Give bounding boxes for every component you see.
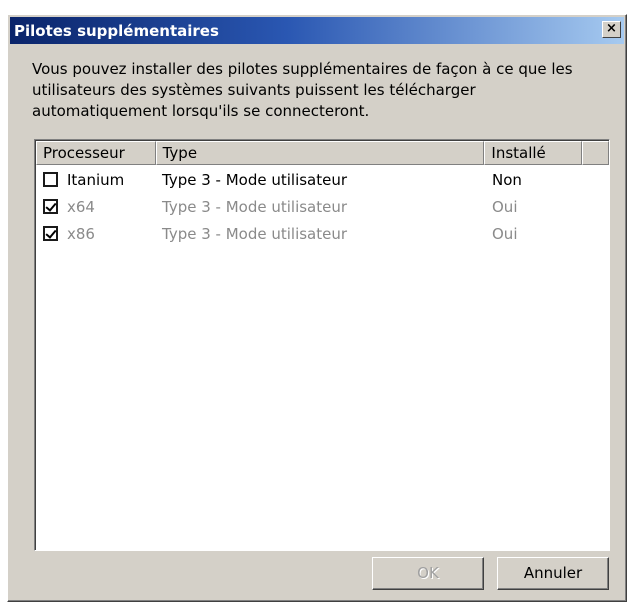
processor-label: x86 xyxy=(67,224,95,243)
type-cell: Type 3 - Mode utilisateur xyxy=(162,224,348,243)
list-item[interactable]: Itanium Type 3 - Mode utilisateur Non xyxy=(36,166,609,193)
processor-label: Itanium xyxy=(67,170,125,189)
dialog-window: Pilotes supplémentaires × Vous pouvez in… xyxy=(7,14,627,602)
window-title: Pilotes supplémentaires xyxy=(14,21,219,40)
ok-button[interactable]: OK xyxy=(372,557,484,590)
checkbox-checked-icon[interactable] xyxy=(43,199,58,214)
processor-label: x64 xyxy=(67,197,95,216)
column-header-installed[interactable]: Installé xyxy=(484,141,583,165)
column-header-processor[interactable]: Processeur xyxy=(36,141,156,165)
installed-cell: Oui xyxy=(492,224,518,243)
cancel-button[interactable]: Annuler xyxy=(497,557,609,590)
processor-cell: x86 xyxy=(36,225,156,243)
list-header: Processeur Type Installé xyxy=(36,141,609,165)
column-header-empty xyxy=(582,141,609,165)
list-rows: Itanium Type 3 - Mode utilisateur Non x6… xyxy=(36,166,609,247)
drivers-list[interactable]: Processeur Type Installé Itanium Type 3 … xyxy=(34,139,610,551)
checkbox-checked-icon[interactable] xyxy=(43,226,58,241)
checkbox-unchecked-icon[interactable] xyxy=(43,172,58,187)
list-item[interactable]: x64 Type 3 - Mode utilisateur Oui xyxy=(36,193,609,220)
title-bar[interactable]: Pilotes supplémentaires × xyxy=(10,17,624,44)
installed-cell: Non xyxy=(492,170,522,189)
column-header-type[interactable]: Type xyxy=(155,141,485,165)
type-cell: Type 3 - Mode utilisateur xyxy=(162,197,348,216)
type-cell: Type 3 - Mode utilisateur xyxy=(162,170,348,189)
list-item[interactable]: x86 Type 3 - Mode utilisateur Oui xyxy=(36,220,609,247)
processor-cell: Itanium xyxy=(36,171,156,189)
description-text: Vous pouvez installer des pilotes supplé… xyxy=(32,60,573,120)
close-icon: × xyxy=(606,21,617,36)
processor-cell: x64 xyxy=(36,198,156,216)
close-button[interactable]: × xyxy=(602,21,621,38)
installed-cell: Oui xyxy=(492,197,518,216)
